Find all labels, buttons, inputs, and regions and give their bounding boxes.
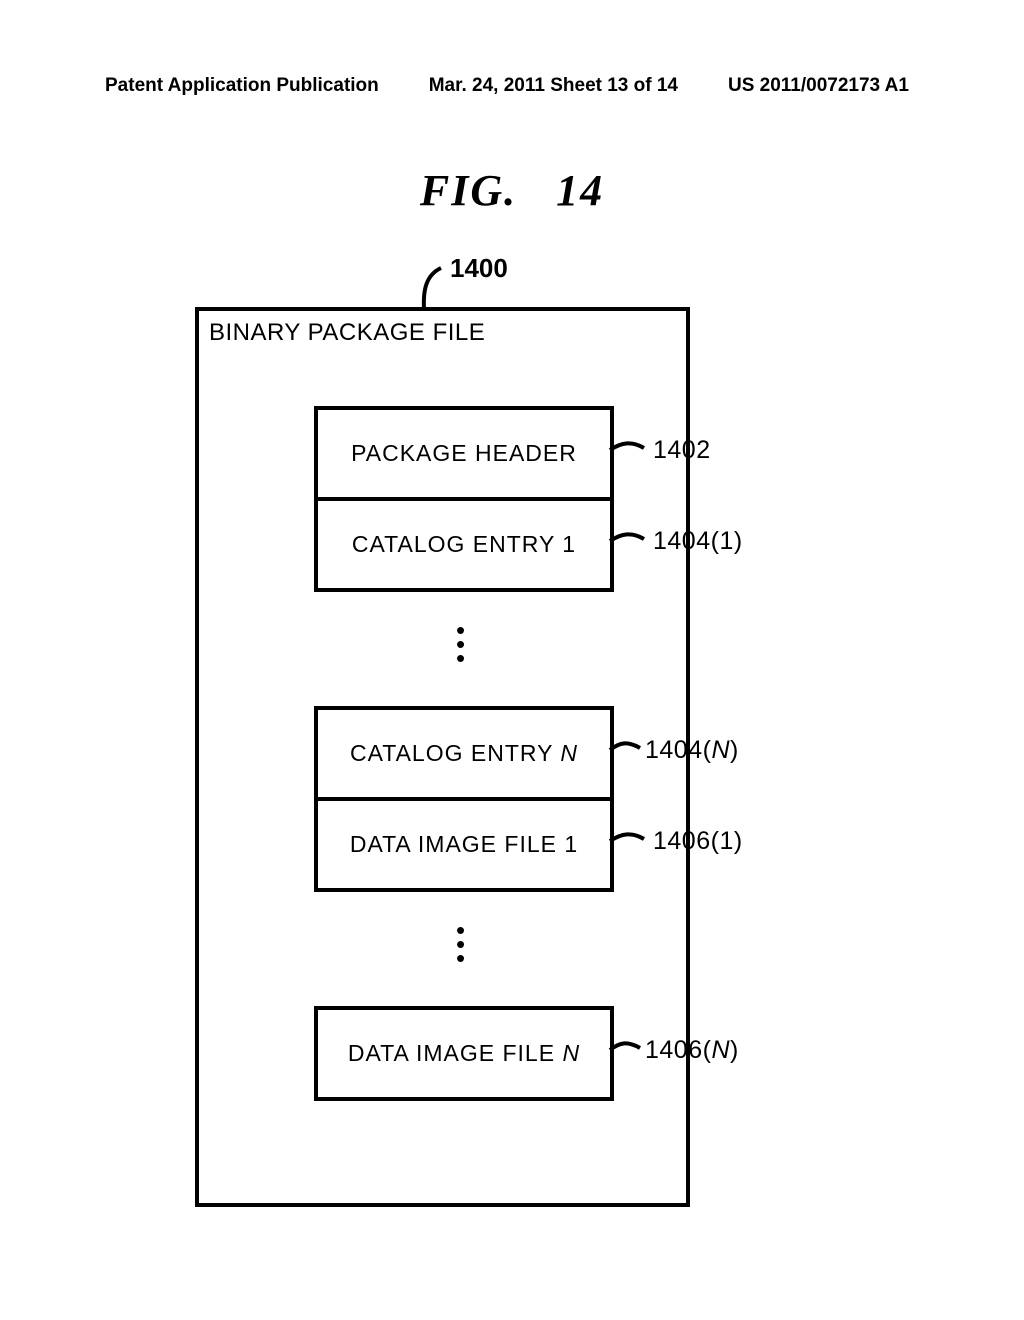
ref-1406-1: 1406(1) xyxy=(653,827,743,856)
block-data-image-n: DATA IMAGE FILE N xyxy=(314,1006,614,1101)
leader-1404-1 xyxy=(610,529,650,553)
fig-number: 14 xyxy=(556,166,604,215)
outer-title: BINARY PACKAGE FILE xyxy=(209,319,485,347)
text-data-image-1: DATA IMAGE FILE 1 xyxy=(350,831,578,858)
header-center: Mar. 24, 2011 Sheet 13 of 14 xyxy=(429,75,678,97)
vdots-1: ••• xyxy=(456,623,465,665)
text-catalog-entry-1: CATALOG ENTRY 1 xyxy=(352,531,576,558)
block-package-header: PACKAGE HEADER xyxy=(314,406,614,501)
header-right: US 2011/0072173 A1 xyxy=(728,75,909,97)
block-catalog-entry-1: CATALOG ENTRY 1 xyxy=(314,497,614,592)
page-header: Patent Application Publication Mar. 24, … xyxy=(0,75,1024,97)
leader-1404-n xyxy=(610,738,646,762)
leader-1406-n xyxy=(610,1038,646,1062)
ref-1400: 1400 xyxy=(450,253,508,284)
ref-1406-n: 1406(N) xyxy=(645,1036,739,1065)
leader-1406-1 xyxy=(610,829,650,853)
vdots-2: ••• xyxy=(456,923,465,965)
text-catalog-entry-n: CATALOG ENTRY N xyxy=(350,740,578,767)
text-data-image-n: DATA IMAGE FILE N xyxy=(348,1040,580,1067)
text-package-header: PACKAGE HEADER xyxy=(351,440,577,467)
header-left: Patent Application Publication xyxy=(105,75,379,97)
ref-1402: 1402 xyxy=(653,436,711,465)
fig-prefix: FIG. xyxy=(420,166,517,215)
block-catalog-entry-n: CATALOG ENTRY N xyxy=(314,706,614,801)
ref-1404-n: 1404(N) xyxy=(645,736,739,765)
figure-title: FIG. 14 xyxy=(0,165,1024,216)
ref-1404-1: 1404(1) xyxy=(653,527,743,556)
block-data-image-1: DATA IMAGE FILE 1 xyxy=(314,797,614,892)
leader-1402 xyxy=(610,438,650,462)
